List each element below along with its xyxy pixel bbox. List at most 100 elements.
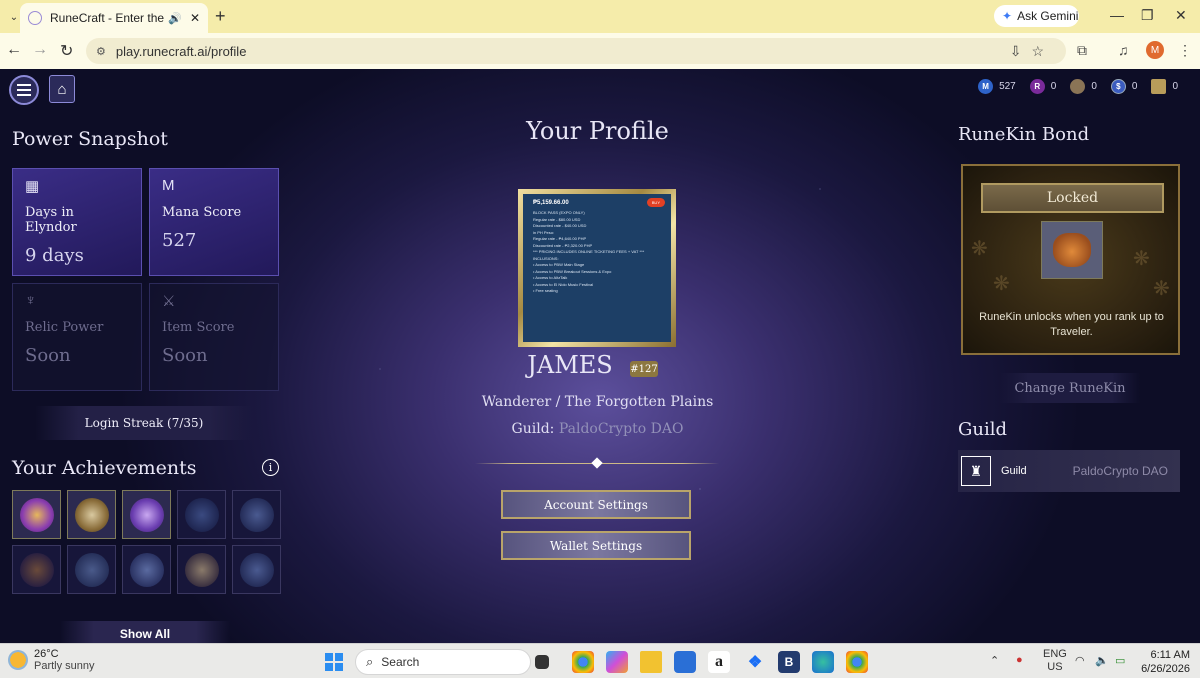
- close-tab-icon[interactable]: ✕: [190, 11, 200, 25]
- taskbar-clock[interactable]: 6:11 AM 6/26/2026: [1140, 648, 1190, 676]
- site-info-icon[interactable]: ⚙: [96, 45, 106, 58]
- tab-title: RuneCraft - Enter the Mystic: [50, 11, 165, 25]
- start-button[interactable]: [325, 653, 343, 671]
- crossed-swords-icon: ⚔: [162, 293, 176, 310]
- windows-taskbar: 26°C Partly sunny ⌕ Search a ❖ B ⌃ ● ENG…: [0, 643, 1200, 678]
- achievement-badge[interactable]: [122, 545, 171, 594]
- hamburger-menu-button[interactable]: [9, 75, 39, 105]
- edge-icon[interactable]: [812, 651, 834, 673]
- avatar-text-line: • Free seating: [533, 288, 558, 293]
- file-explorer-icon[interactable]: [640, 651, 662, 673]
- url-text: play.runecraft.ai/profile: [115, 43, 247, 59]
- ask-gemini-label: Ask Gemini: [1017, 9, 1079, 23]
- back-arrow-icon[interactable]: ←: [6, 41, 22, 59]
- guild-row-value: PaldoCrypto DAO: [1072, 464, 1168, 478]
- minimize-window-icon[interactable]: —: [1110, 7, 1124, 23]
- close-window-icon[interactable]: ✕: [1175, 7, 1187, 24]
- taskbar-search[interactable]: ⌕ Search: [355, 649, 531, 675]
- site-favicon-icon: [28, 11, 42, 25]
- account-settings-button[interactable]: Account Settings: [501, 490, 691, 519]
- currency-scroll: 0: [1151, 79, 1178, 94]
- achievement-badge[interactable]: [177, 490, 226, 539]
- stat-value: Soon: [162, 345, 208, 366]
- achievement-badge[interactable]: [67, 545, 116, 594]
- achievement-badge[interactable]: [232, 490, 281, 539]
- language-indicator[interactable]: ENG US: [1043, 648, 1067, 674]
- battery-icon[interactable]: ▭: [1115, 654, 1125, 667]
- show-all-button[interactable]: Show All: [60, 621, 230, 643]
- chrome-profile-app-icon[interactable]: [846, 651, 868, 673]
- stat-item-score: ⚔ Item Score Soon: [149, 283, 279, 391]
- stat-value: 9 days: [25, 245, 84, 266]
- amazon-icon[interactable]: a: [708, 651, 730, 673]
- wallet-settings-button[interactable]: Wallet Settings: [501, 531, 691, 560]
- currency-value: 0: [1131, 81, 1138, 92]
- player-rank-badge: #127: [630, 361, 658, 377]
- achievement-badge[interactable]: [122, 490, 171, 539]
- media-controls-icon[interactable]: ♫: [1118, 42, 1129, 58]
- game-viewport: ⌂ M 527 R 0 0 $ 0 0 Power Snapshot ▦ Day…: [0, 69, 1200, 643]
- info-icon[interactable]: i: [262, 459, 279, 476]
- browser-tab-strip: ⌄ RuneCraft - Enter the Mystic 🔊 ✕ + ✦ A…: [0, 0, 1200, 33]
- dropbox-icon[interactable]: ❖: [744, 651, 766, 673]
- locked-banner: Locked: [981, 183, 1164, 213]
- b-app-icon[interactable]: B: [778, 651, 800, 673]
- mana-coin-icon: M: [978, 79, 994, 94]
- new-tab-button[interactable]: +: [215, 6, 226, 27]
- achievement-badge[interactable]: [12, 545, 61, 594]
- chrome-app-icon[interactable]: [572, 651, 594, 673]
- notification-tray-icon[interactable]: ●: [1016, 654, 1023, 666]
- avatar-text-line: *** PRICING INCLUDES ONLINE TICKETING FE…: [533, 249, 645, 254]
- currency-value: 527: [999, 81, 1016, 92]
- mana-rune-icon: M: [162, 177, 175, 194]
- guild-row[interactable]: ♜ Guild PaldoCrypto DAO: [958, 450, 1180, 492]
- avatar-frame[interactable]: ₱5,159.66.00 BUY BLOCK PASS (EXPO ONLY) …: [518, 189, 676, 347]
- currency-bronze: 0: [1070, 79, 1097, 94]
- calendar-icon: ▦: [25, 178, 40, 195]
- wifi-icon[interactable]: ◠: [1075, 654, 1085, 667]
- address-bar[interactable]: ⚙ play.runecraft.ai/profile ⇩☆: [86, 38, 1066, 64]
- ask-gemini-button[interactable]: ✦ Ask Gemini: [994, 5, 1079, 27]
- achievement-badge[interactable]: [67, 490, 116, 539]
- task-view-icon[interactable]: [535, 655, 549, 669]
- achievement-badge[interactable]: [177, 545, 226, 594]
- reload-icon[interactable]: ↻: [60, 41, 73, 61]
- guild-name: PaldoCrypto DAO: [558, 421, 684, 437]
- show-hidden-icons-chevron-icon[interactable]: ⌃: [990, 654, 999, 667]
- gemini-sparkle-icon: ✦: [1002, 9, 1013, 23]
- restore-window-icon[interactable]: ❐: [1141, 7, 1154, 24]
- achievement-badge[interactable]: [232, 545, 281, 594]
- stat-label: Item Score: [162, 320, 235, 335]
- forward-arrow-icon[interactable]: →: [32, 41, 48, 59]
- chrome-menu-icon[interactable]: ⋮: [1178, 42, 1192, 59]
- stat-mana-score: M Mana Score 527: [149, 168, 279, 276]
- runekin-bond-card: ❋ ❋ ❋ ❋ Locked RuneKin unlocks when you …: [961, 164, 1180, 355]
- region-code: US: [1047, 661, 1063, 673]
- stat-value: Soon: [25, 345, 71, 366]
- browser-tab[interactable]: RuneCraft - Enter the Mystic 🔊 ✕: [20, 3, 208, 33]
- stat-relic-power: ♆ Relic Power Soon: [12, 283, 142, 391]
- chrome-profile-avatar[interactable]: M: [1146, 41, 1164, 59]
- extensions-icon[interactable]: ⧉: [1077, 42, 1087, 59]
- paw-print-icon: ❋: [1133, 248, 1150, 270]
- clock-date: 6/26/2026: [1141, 663, 1190, 675]
- install-and-bookmark-icons[interactable]: ⇩☆: [1010, 43, 1054, 60]
- change-runekin-button[interactable]: Change RuneKin: [1000, 373, 1140, 403]
- dollar-coin-icon: $: [1110, 79, 1126, 94]
- avatar-buy-tag: BUY: [646, 198, 665, 207]
- copilot-icon[interactable]: [606, 651, 628, 673]
- clock-time: 6:11 AM: [1150, 649, 1190, 661]
- microsoft-store-icon[interactable]: [674, 651, 696, 673]
- guild-label: Guild:: [511, 421, 559, 437]
- achievements-heading: Your Achievements: [12, 457, 197, 479]
- home-icon[interactable]: ⌂: [49, 75, 75, 103]
- stat-days-in-elyndor: ▦ Days in Elyndor 9 days: [12, 168, 142, 276]
- weather-widget[interactable]: 26°C Partly sunny: [8, 648, 95, 672]
- achievements-grid: [12, 490, 281, 594]
- stat-label: Mana Score: [162, 205, 242, 220]
- speaker-icon[interactable]: 🔊: [168, 12, 182, 25]
- currency-rune: R 0: [1029, 79, 1056, 94]
- speaker-muted-icon[interactable]: 🔈: [1095, 654, 1109, 667]
- achievement-badge[interactable]: [12, 490, 61, 539]
- runekin-unlock-message: RuneKin unlocks when you rank up to Trav…: [979, 311, 1164, 338]
